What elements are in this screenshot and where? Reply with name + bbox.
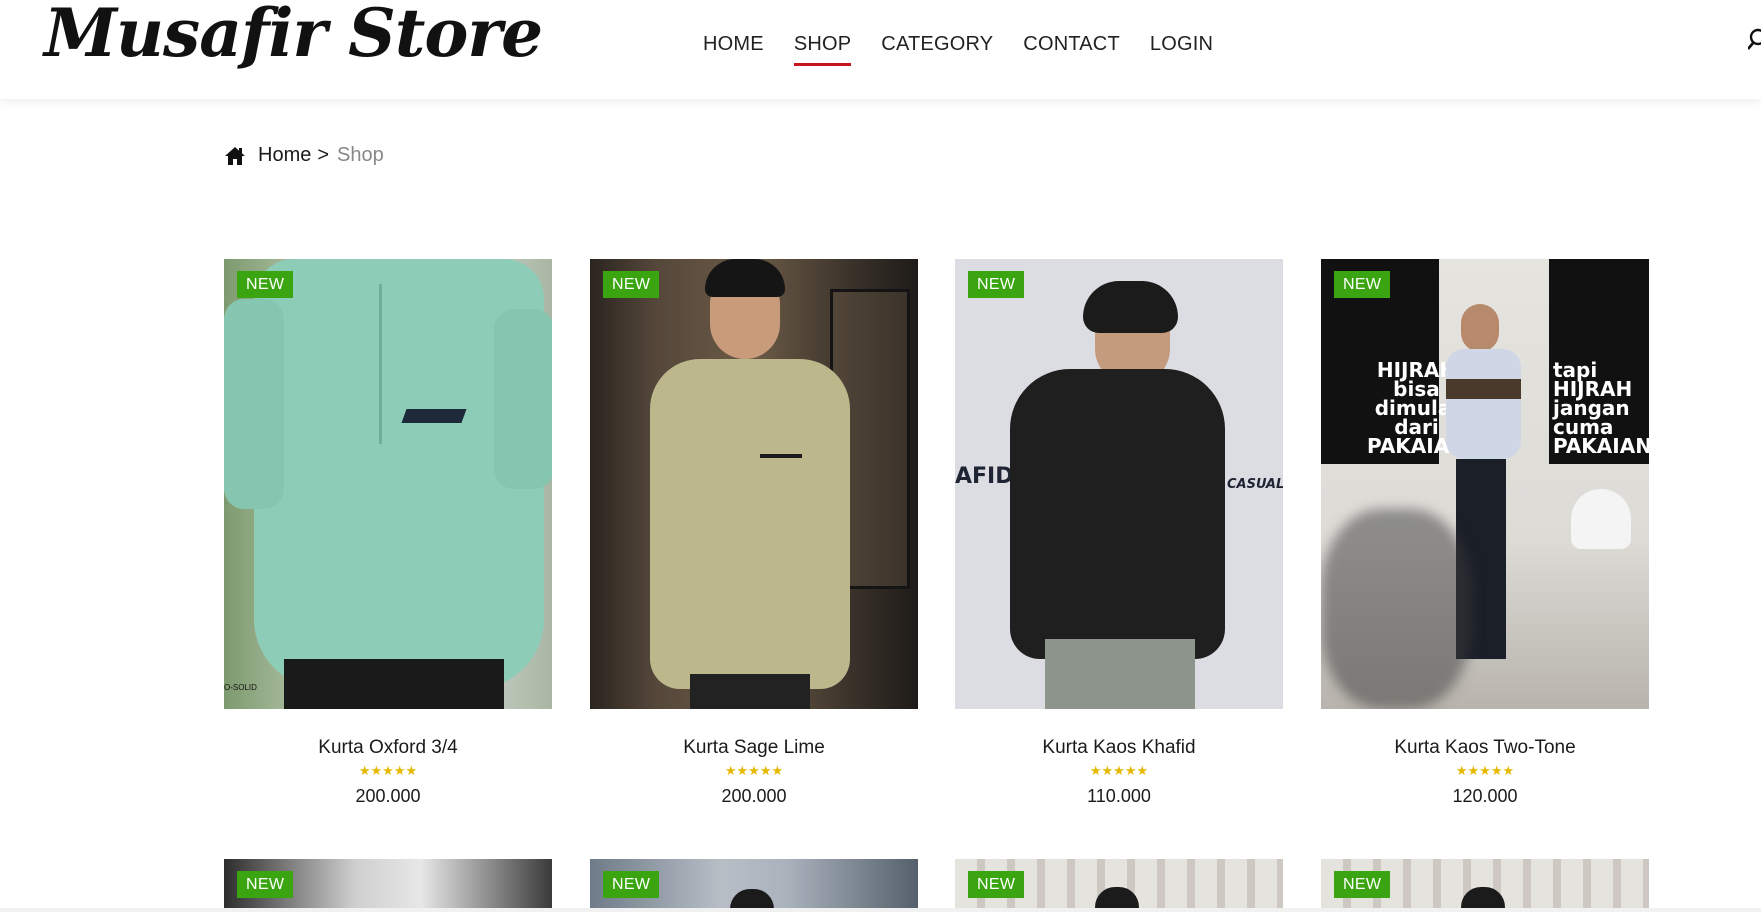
product-card[interactable]: NEW	[955, 859, 1283, 912]
product-image[interactable]: NEW	[1321, 859, 1649, 912]
product-card[interactable]: NEW	[1321, 859, 1649, 912]
product-image[interactable]: NEW	[590, 259, 918, 709]
product-card[interactable]: NEW	[590, 859, 918, 912]
rating-stars: ★★★★★	[1455, 763, 1515, 778]
nav-category[interactable]: CATEGORY	[881, 33, 993, 66]
breadcrumb-current: Shop	[337, 144, 384, 166]
rating-stars: ★★★★★	[358, 763, 418, 778]
site-header: Musafir Store HOME SHOP CATEGORY CONTACT…	[0, 0, 1761, 99]
product-price: 200.000	[721, 786, 787, 806]
product-name[interactable]: Kurta Sage Lime	[590, 737, 918, 759]
product-card[interactable]: NEW Kurta Sage Lime ★★★★★ 200.000	[590, 259, 918, 807]
product-image[interactable]: HIJRAH bisa dimulai dari PAKAIAN tapi HI…	[1321, 259, 1649, 709]
nav-shop[interactable]: SHOP	[793, 33, 852, 66]
product-card[interactable]: O-SOLID NEW Kurta Oxford 3/4 ★★★★★ 200.0…	[224, 259, 552, 807]
new-badge: NEW	[237, 871, 294, 898]
search-icon[interactable]	[1748, 28, 1761, 52]
new-badge: NEW	[1334, 871, 1391, 898]
breadcrumb-home[interactable]: Home	[258, 144, 311, 167]
new-badge: NEW	[968, 871, 1025, 898]
product-image[interactable]: O-SOLID NEW	[224, 259, 552, 709]
product-image[interactable]: NEW	[224, 859, 552, 912]
nav-login[interactable]: LOGIN	[1150, 33, 1213, 66]
new-badge: NEW	[603, 271, 660, 298]
image-caption: O-SOLID	[224, 683, 257, 692]
rating-stars: ★★★★★	[1089, 763, 1149, 778]
breadcrumb-separator: >	[317, 144, 330, 166]
nav-contact[interactable]: CONTACT	[1023, 33, 1120, 66]
nav-home[interactable]: HOME	[703, 33, 764, 66]
main-nav: HOME SHOP CATEGORY CONTACT LOGIN	[703, 33, 1243, 66]
new-badge: NEW	[968, 271, 1025, 298]
breadcrumb: Home > Shop	[224, 144, 384, 167]
product-name[interactable]: Kurta Kaos Two-Tone	[1321, 737, 1649, 759]
new-badge: NEW	[237, 271, 294, 298]
image-caption: AFID	[955, 464, 1014, 489]
rating-stars: ★★★★★	[724, 763, 784, 778]
product-price: 120.000	[1452, 786, 1518, 806]
product-price: 200.000	[355, 786, 421, 806]
new-badge: NEW	[603, 871, 660, 898]
product-name[interactable]: Kurta Oxford 3/4	[224, 737, 552, 759]
product-card[interactable]: AFID CASUAL NEW Kurta Kaos Khafid ★★★★★ …	[955, 259, 1283, 807]
product-price: 110.000	[1087, 786, 1151, 806]
wall-text-right: tapi HIJRAH jangan cuma PAKAIAN·	[1553, 358, 1649, 458]
new-badge: NEW	[1334, 271, 1391, 298]
product-image[interactable]: NEW	[955, 859, 1283, 912]
page-scrollbar[interactable]	[0, 908, 1761, 912]
site-logo[interactable]: Musafir Store	[44, 0, 543, 72]
product-name[interactable]: Kurta Kaos Khafid	[955, 737, 1283, 759]
product-image[interactable]: AFID CASUAL NEW	[955, 259, 1283, 709]
image-caption: CASUAL	[1227, 477, 1283, 492]
home-icon	[225, 146, 245, 165]
product-image[interactable]: NEW	[590, 859, 918, 912]
product-card[interactable]: HIJRAH bisa dimulai dari PAKAIAN tapi HI…	[1321, 259, 1649, 807]
product-card[interactable]: NEW	[224, 859, 552, 912]
